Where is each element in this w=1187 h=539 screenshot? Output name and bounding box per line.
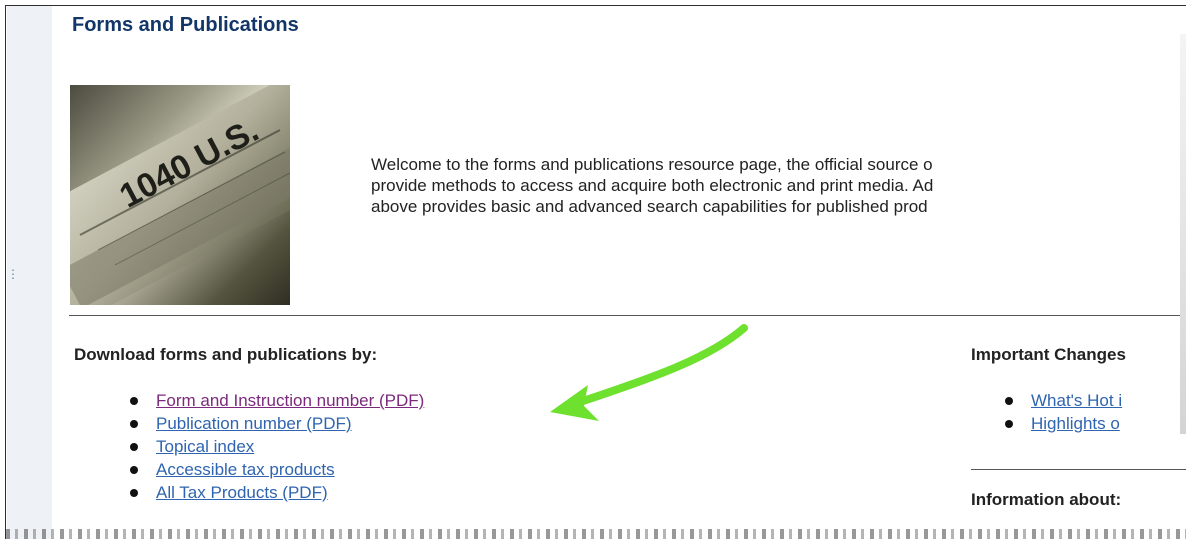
welcome-line: Welcome to the forms and publications re… <box>371 155 933 174</box>
list-item: Accessible tax products <box>128 458 424 481</box>
highlights-link[interactable]: Highlights o <box>1031 414 1120 433</box>
accessible-tax-products-link[interactable]: Accessible tax products <box>156 460 335 479</box>
section-divider <box>69 315 1186 316</box>
welcome-line: above provides basic and advanced search… <box>371 197 928 216</box>
left-sidebar-strip: ⋮ <box>7 6 52 539</box>
form-instruction-number-link[interactable]: Form and Instruction number (PDF) <box>156 391 424 410</box>
tax-form-image: 1040 U.S. <box>70 85 290 305</box>
publication-number-link[interactable]: Publication number (PDF) <box>156 414 352 433</box>
right-edge-texture <box>1180 34 1186 434</box>
green-arrow-icon <box>550 324 748 421</box>
welcome-line: provide methods to access and acquire bo… <box>371 176 934 195</box>
list-item: What's Hot i <box>1003 389 1122 412</box>
download-links-list: Form and Instruction number (PDF) Public… <box>128 389 424 504</box>
page-title: Forms and Publications <box>72 14 299 36</box>
important-changes-label: Important Changes <box>971 345 1126 364</box>
list-item: Form and Instruction number (PDF) <box>128 389 424 412</box>
important-links-list: What's Hot i Highlights o <box>1003 389 1122 435</box>
all-tax-products-link[interactable]: All Tax Products (PDF) <box>156 483 328 502</box>
download-section-label: Download forms and publications by: <box>74 345 378 364</box>
whats-hot-link[interactable]: What's Hot i <box>1031 391 1122 410</box>
list-item: Topical index <box>128 435 424 458</box>
page-frame: ⋮ Forms and Publications 1040 U.S. Welco… <box>5 5 1186 539</box>
welcome-text: Welcome to the forms and publications re… <box>371 154 1186 217</box>
list-item: Publication number (PDF) <box>128 412 424 435</box>
sidebar-marker-icon: ⋮ <box>7 267 19 281</box>
information-about-label: Information about: <box>971 490 1122 509</box>
topical-index-link[interactable]: Topical index <box>156 437 254 456</box>
list-item: Highlights o <box>1003 412 1122 435</box>
list-item: All Tax Products (PDF) <box>128 481 424 504</box>
right-section-divider <box>971 469 1186 470</box>
